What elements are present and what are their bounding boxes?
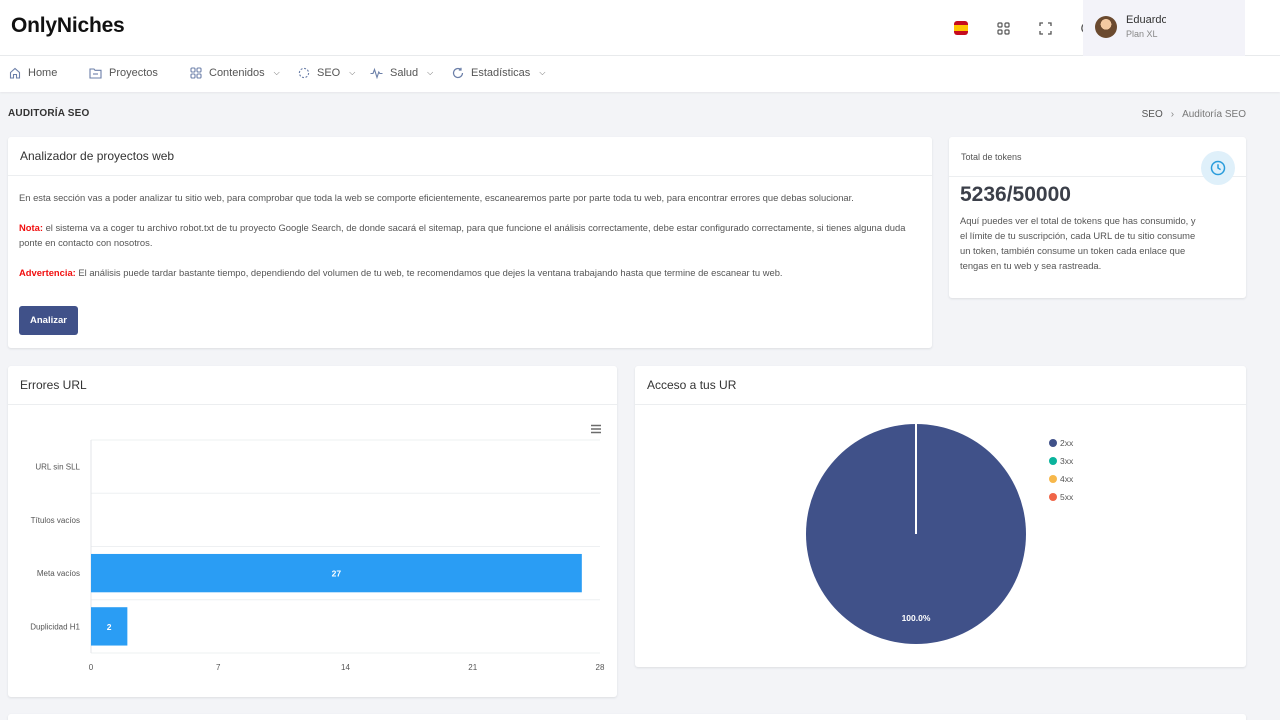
- divider: [949, 176, 1246, 177]
- legend-label: 3xx: [1060, 456, 1074, 466]
- nav-item-label: Salud: [390, 66, 419, 79]
- errors-url-card: Errores URL URL sin SLL Títulos vacíos Met…: [8, 366, 617, 697]
- nav-item-label: Estadísticas: [471, 66, 531, 79]
- user-menu[interactable]: Eduardo Plan XL: [1083, 0, 1245, 56]
- warning-label: Advertencia:: [19, 267, 76, 278]
- bar-data-label: 27: [332, 569, 342, 579]
- nav-item-salud[interactable]: Salud ⌵: [370, 66, 433, 79]
- analyze-button[interactable]: Analizar: [19, 306, 78, 335]
- nav-item-proyectos[interactable]: Proyectos: [89, 66, 158, 79]
- nav-item-label: Proyectos: [109, 66, 158, 79]
- card-title: Acceso a tus UR: [635, 366, 1246, 405]
- legend-marker: [1049, 439, 1057, 447]
- main-nav: Home Proyectos Contenidos ⌵ SEO ⌵ Salud …: [0, 56, 1280, 92]
- analyzer-card: Analizador de proyectos web En esta secc…: [8, 137, 932, 348]
- nav-item-estadisticas[interactable]: Estadísticas ⌵: [451, 66, 545, 79]
- user-name: Eduardo: [1126, 14, 1166, 26]
- tokens-card: Total de tokens 5236/50000 Aquí puedes v…: [949, 137, 1246, 298]
- page-title: AUDITORÍA SEO: [8, 108, 90, 119]
- apps-grid-icon[interactable]: [990, 16, 1016, 40]
- fullscreen-icon[interactable]: [1032, 16, 1058, 40]
- card-title: Analizador de proyectos web: [8, 137, 932, 176]
- analyzer-intro: En esta sección vas a poder analizar tu …: [19, 192, 854, 203]
- brand-logo[interactable]: OnlyNiches: [11, 14, 125, 38]
- access-card: Acceso a tus UR 100.0% 2xx 3xx 4xx 5xx: [635, 366, 1246, 667]
- clock-icon: [1201, 151, 1235, 185]
- topbar-actions: [948, 16, 1100, 40]
- warning-text: El análisis puede tardar bastante tiempo…: [75, 267, 783, 278]
- y-tick-label: URL sin SLL: [35, 463, 80, 472]
- y-tick-label: Meta vacíos: [37, 569, 80, 578]
- next-card: [8, 714, 1246, 720]
- errors-bar-chart: URL sin SLLTítulos vacíosMeta vacíos 27Du…: [30, 439, 605, 672]
- breadcrumb-separator-icon: ›: [1170, 109, 1175, 120]
- analyzer-body: En esta sección vas a poder analizar tu …: [8, 176, 932, 280]
- legend-label: 5xx: [1060, 492, 1074, 502]
- tokens-description: Aquí puedes ver el total de tokens que h…: [960, 215, 1196, 271]
- chevron-down-icon: ⌵: [427, 67, 434, 77]
- home-icon: [8, 66, 21, 79]
- folder-icon: [89, 66, 102, 79]
- y-tick-label: Títulos vacíos: [31, 516, 80, 525]
- chevron-down-icon: ⌵: [349, 67, 356, 77]
- tokens-label: Total de tokens: [961, 152, 1022, 162]
- nav-item-seo[interactable]: SEO ⌵: [297, 66, 355, 79]
- topbar: OnlyNiches Eduardo Plan XL: [0, 0, 1280, 56]
- pulse-icon: [370, 66, 383, 79]
- analyzer-warning: Advertencia: El análisis puede tardar ba…: [19, 265, 921, 280]
- nav-item-contenidos[interactable]: Contenidos ⌵: [189, 66, 280, 79]
- chevron-down-icon: ⌵: [539, 67, 546, 77]
- legend-marker: [1049, 475, 1057, 483]
- bar-data-label: 2: [107, 622, 112, 632]
- y-tick-label: Duplicidad H1: [30, 622, 80, 631]
- legend-marker: [1049, 457, 1057, 465]
- card-title: Errores URL: [8, 366, 617, 405]
- note-text: el sistema va a coger tu archivo robot.t…: [19, 222, 906, 248]
- x-tick-label: 7: [216, 663, 221, 672]
- nav-item-label: SEO: [317, 66, 341, 79]
- grid-icon: [189, 66, 202, 79]
- avatar: [1095, 16, 1117, 38]
- loader-icon: [297, 66, 310, 79]
- breadcrumb: SEO › Auditoría SEO: [1142, 109, 1246, 120]
- breadcrumb-current: Auditoría SEO: [1182, 109, 1246, 120]
- x-tick-label: 14: [341, 663, 350, 672]
- note-label: Nota:: [19, 222, 43, 233]
- access-pie-chart: 100.0% 2xx 3xx 4xx 5xx: [806, 424, 1074, 644]
- pie-data-label: 100.0%: [902, 613, 931, 623]
- x-tick-label: 28: [596, 663, 605, 672]
- nav-item-label: Contenidos: [209, 66, 265, 79]
- analyzer-note: Nota: el sistema va a coger tu archivo r…: [19, 220, 921, 250]
- legend-label: 4xx: [1060, 474, 1074, 484]
- language-flag-icon[interactable]: [948, 16, 974, 40]
- x-tick-label: 0: [89, 663, 94, 672]
- chevron-down-icon: ⌵: [273, 67, 280, 77]
- nav-item-label: Home: [28, 66, 58, 79]
- nav-item-home[interactable]: Home: [8, 66, 57, 79]
- breadcrumb-link-seo[interactable]: SEO: [1142, 109, 1163, 120]
- legend-label: 2xx: [1060, 438, 1074, 448]
- refresh-icon: [451, 66, 464, 79]
- x-tick-label: 21: [468, 663, 477, 672]
- user-plan: Plan XL: [1126, 29, 1158, 39]
- legend-marker: [1049, 493, 1057, 501]
- tokens-value: 5236/50000: [960, 183, 1071, 206]
